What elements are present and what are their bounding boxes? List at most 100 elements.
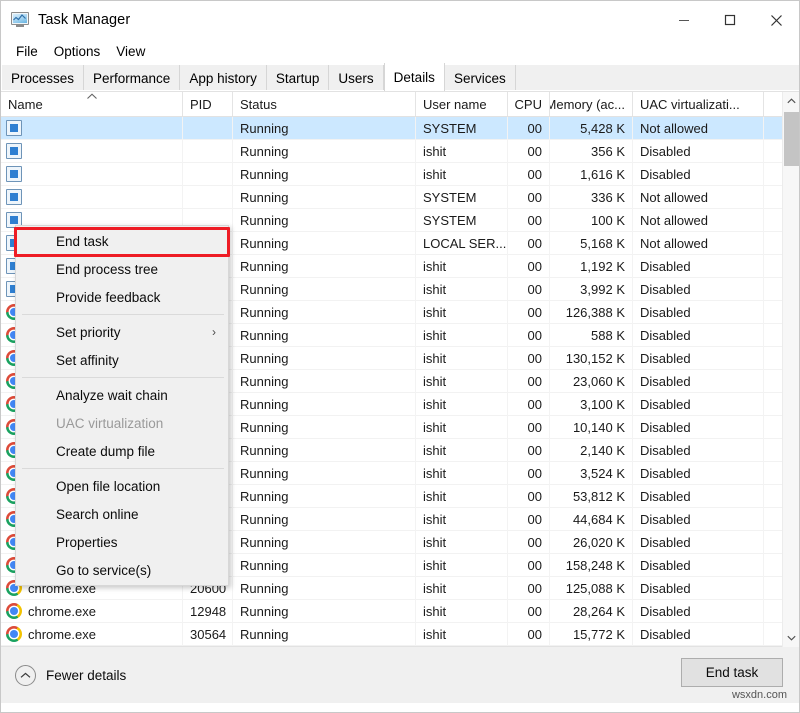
table-row[interactable]: chrome.exe12948Runningishit0028,264 KDis… [1, 600, 799, 623]
cell-uac: Disabled [633, 554, 764, 577]
column-header-uac-label: UAC virtualizati... [640, 97, 740, 112]
end-task-button[interactable]: End task [681, 658, 783, 687]
context-menu-item-label: Set affinity [56, 353, 119, 368]
table-row[interactable]: Runningishit001,616 KDisabled [1, 163, 799, 186]
column-header-pid[interactable]: PID [183, 92, 233, 116]
cell-user-name: SYSTEM [416, 117, 508, 140]
column-header-name[interactable]: Name [1, 92, 183, 116]
table-header-row: Name PID Status User name CPU Memory (ac… [1, 92, 799, 117]
tab-app-history[interactable]: App history [180, 65, 267, 91]
scrollbar-thumb[interactable] [784, 112, 799, 166]
cell-status: Running [233, 347, 416, 370]
tab-startup[interactable]: Startup [267, 65, 330, 91]
table-row[interactable]: chrome.exe30564Runningishit0015,772 KDis… [1, 623, 799, 646]
column-header-user-name-label: User name [423, 97, 487, 112]
menu-options[interactable]: Options [46, 42, 109, 61]
cell-user-name: SYSTEM [416, 186, 508, 209]
cell-uac: Disabled [633, 255, 764, 278]
table-row[interactable]: Runningishit00356 KDisabled [1, 140, 799, 163]
context-menu-item[interactable]: Create dump file [16, 437, 228, 465]
chevron-up-icon [787, 98, 796, 104]
chart-glyph [13, 14, 26, 22]
tab-processes[interactable]: Processes [2, 65, 84, 91]
context-menu-item[interactable]: Set affinity [16, 346, 228, 374]
cell-memory: 23,060 K [550, 370, 633, 393]
minimize-button[interactable] [661, 1, 707, 39]
cell-user-name: ishit [416, 255, 508, 278]
tab-strip: Processes Performance App history Startu… [1, 63, 799, 91]
context-menu-item[interactable]: Open file location [16, 472, 228, 500]
menu-bar: File Options View [1, 39, 799, 63]
scroll-up-button[interactable] [783, 92, 799, 110]
column-header-pid-label: PID [190, 97, 212, 112]
scroll-down-button[interactable] [783, 629, 799, 647]
cell-name [1, 117, 183, 140]
cell-memory: 158,248 K [550, 554, 633, 577]
cell-uac: Not allowed [633, 232, 764, 255]
cell-memory: 53,812 K [550, 485, 633, 508]
cell-uac: Disabled [633, 370, 764, 393]
context-menu-item[interactable]: Set priority› [16, 318, 228, 346]
maximize-button[interactable] [707, 1, 753, 39]
cell-pid: 30564 [183, 623, 233, 646]
column-header-cpu[interactable]: CPU [508, 92, 550, 116]
context-menu-item-label: Analyze wait chain [56, 388, 168, 403]
cell-cpu: 00 [508, 347, 550, 370]
cell-user-name: ishit [416, 301, 508, 324]
process-name-label: chrome.exe [28, 604, 96, 619]
cell-cpu: 00 [508, 416, 550, 439]
context-menu-item[interactable]: Analyze wait chain [16, 381, 228, 409]
menu-file[interactable]: File [8, 42, 46, 61]
window-icon [6, 166, 22, 182]
details-table: Name PID Status User name CPU Memory (ac… [1, 91, 799, 646]
cell-status: Running [233, 393, 416, 416]
context-menu-item-label: UAC virtualization [56, 416, 163, 431]
vertical-scrollbar[interactable] [782, 92, 799, 647]
cell-uac: Disabled [633, 600, 764, 623]
cell-user-name: ishit [416, 416, 508, 439]
context-menu-item[interactable]: Properties [16, 528, 228, 556]
cell-user-name: ishit [416, 485, 508, 508]
cell-uac: Not allowed [633, 186, 764, 209]
cell-cpu: 00 [508, 623, 550, 646]
column-header-uac-virtualization[interactable]: UAC virtualizati... [633, 92, 764, 116]
column-header-status-label: Status [240, 97, 277, 112]
cell-memory: 588 K [550, 324, 633, 347]
context-menu-item-label: Provide feedback [56, 290, 160, 305]
context-menu-item-label: Create dump file [56, 444, 155, 459]
context-menu-separator [22, 377, 224, 378]
cell-user-name: ishit [416, 347, 508, 370]
context-menu-item[interactable]: End process tree [16, 255, 228, 283]
process-context-menu[interactable]: End taskEnd process tree Provide feedback… [15, 225, 229, 586]
context-menu-item-label: Properties [56, 535, 118, 550]
close-button[interactable] [753, 1, 799, 39]
cell-memory: 5,168 K [550, 232, 633, 255]
tab-services[interactable]: Services [445, 65, 516, 91]
column-header-status[interactable]: Status [233, 92, 416, 116]
context-menu-item[interactable]: Search online [16, 500, 228, 528]
tab-performance[interactable]: Performance [84, 65, 180, 91]
context-menu-item[interactable]: Go to service(s) [16, 556, 228, 584]
cell-user-name: ishit [416, 439, 508, 462]
tab-users[interactable]: Users [329, 65, 383, 91]
cell-user-name: ishit [416, 600, 508, 623]
title-bar: Task Manager [1, 1, 799, 39]
table-row[interactable]: RunningSYSTEM005,428 KNot allowed [1, 117, 799, 140]
table-row[interactable]: RunningSYSTEM00336 KNot allowed [1, 186, 799, 209]
context-menu-item[interactable]: Provide feedback [16, 283, 228, 311]
cell-uac: Not allowed [633, 117, 764, 140]
context-menu-item[interactable]: End task [16, 227, 228, 255]
window-icon [6, 120, 22, 136]
context-menu-separator [22, 468, 224, 469]
cell-uac: Disabled [633, 439, 764, 462]
cell-pid [183, 186, 233, 209]
menu-view[interactable]: View [108, 42, 153, 61]
cell-status: Running [233, 140, 416, 163]
fewer-details-button[interactable]: Fewer details [15, 665, 126, 686]
cell-memory: 3,992 K [550, 278, 633, 301]
tab-details[interactable]: Details [384, 63, 445, 91]
cell-memory: 44,684 K [550, 508, 633, 531]
column-header-user-name[interactable]: User name [416, 92, 508, 116]
cell-cpu: 00 [508, 531, 550, 554]
column-header-memory[interactable]: Memory (ac... [550, 92, 633, 116]
